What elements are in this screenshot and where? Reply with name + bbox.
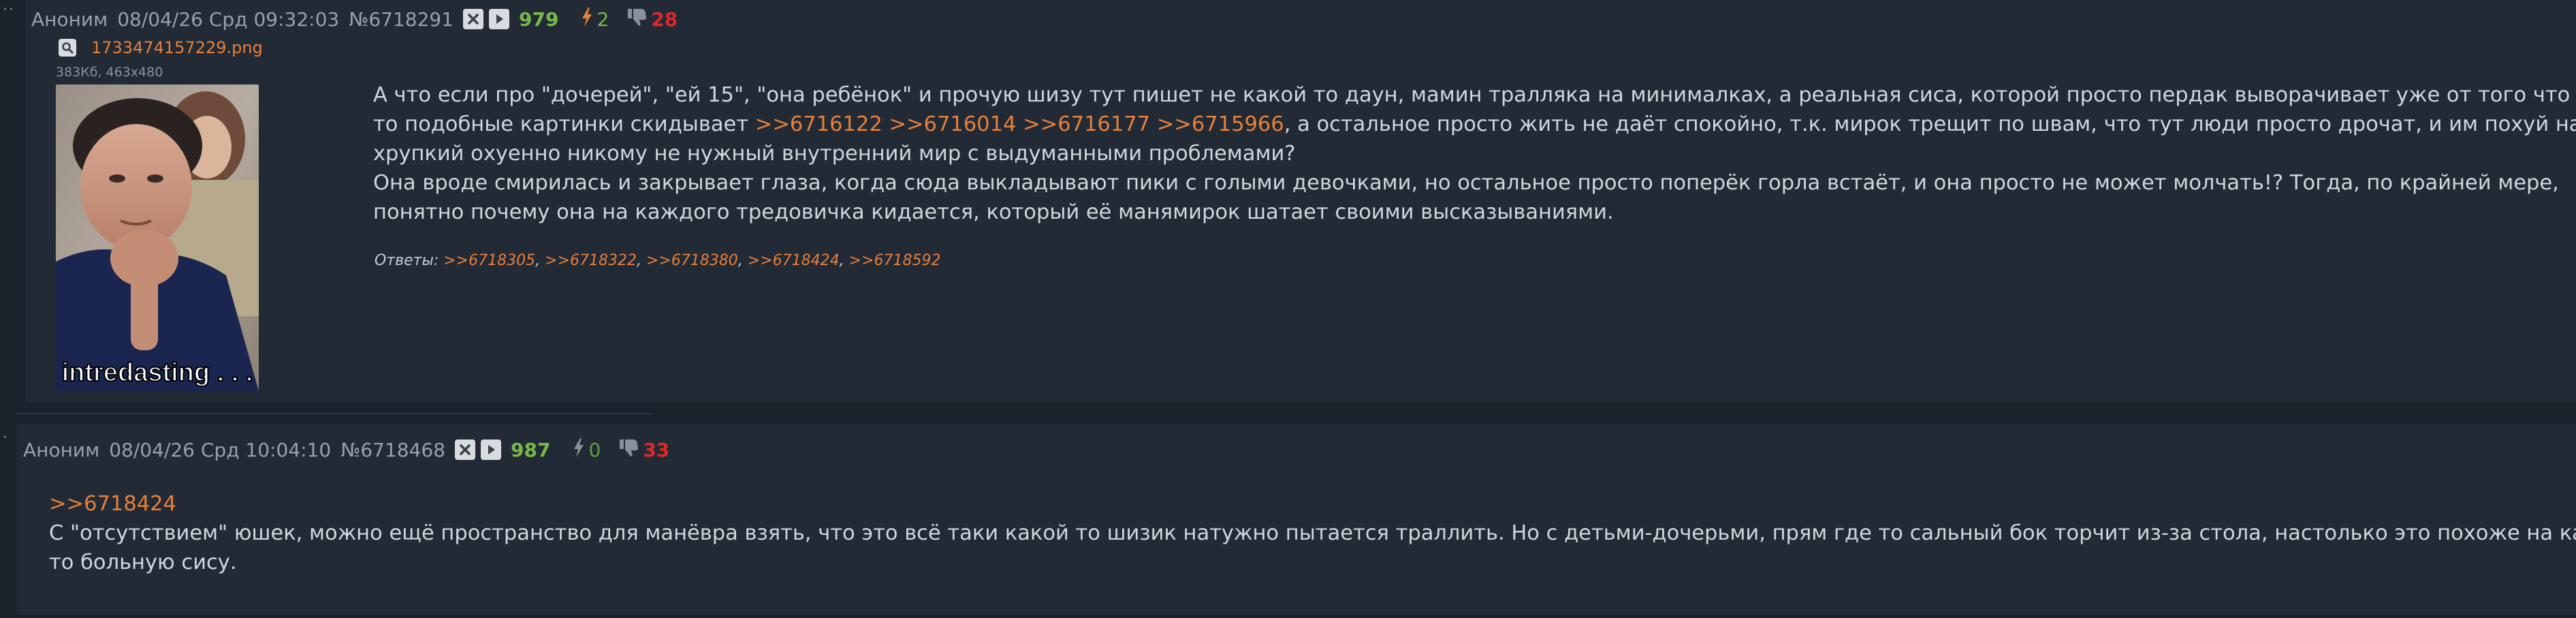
post-author: Аноним xyxy=(31,7,108,31)
message-text: , а остальное просто жить не даёт спокой… xyxy=(1284,112,2576,136)
message-line: хрупкий охуенно никому не нужный внутрен… xyxy=(373,142,1296,166)
likes-count: 2 xyxy=(597,7,609,31)
play-icon[interactable] xyxy=(489,9,510,29)
post-author: Аноним xyxy=(23,438,100,461)
magnifier-icon[interactable] xyxy=(59,39,76,57)
reply-link[interactable]: >>6718380 xyxy=(646,252,738,269)
post-header: Аноним 08/04/26 Срд 10:04:10 №6718468 98… xyxy=(23,431,669,469)
message-line: А что если про "дочерей", "ей 15", "она … xyxy=(373,83,2576,107)
reply-link[interactable]: >>6716122 xyxy=(755,112,882,136)
post-6718291: Аноним 08/04/26 Срд 09:32:03 №6718291 97… xyxy=(26,0,2576,402)
message-line: понятно почему она на каждого тредовичка… xyxy=(373,200,1614,224)
quote-link[interactable]: >>6718424 xyxy=(49,492,176,516)
message-line: >>6718424 xyxy=(49,489,2576,519)
post-date: 08/04/26 Срд 09:32:03 xyxy=(117,7,340,31)
play-icon[interactable] xyxy=(481,439,502,460)
post-menu-dots[interactable]: ·· xyxy=(3,1,15,18)
post-number[interactable]: №6718291 xyxy=(349,8,454,31)
message-text: то подобные картинки скидывает xyxy=(373,112,755,136)
post-date: 08/04/26 Срд 10:04:10 xyxy=(109,438,332,461)
likes-count: 0 xyxy=(588,438,601,461)
post-message: А что если про "дочерей", "ей 15", "она … xyxy=(373,80,2576,227)
reply-link[interactable]: >>6718305 xyxy=(443,252,535,269)
post-menu-dots[interactable]: · xyxy=(3,429,9,446)
post-separator xyxy=(16,413,650,414)
reply-link[interactable]: >>6718592 xyxy=(849,252,941,269)
image-caption: intredasting . . . xyxy=(62,358,253,387)
thumbs-down-icon[interactable] xyxy=(618,438,639,462)
message-line: С "отсутствием" юшек, можно ещё простран… xyxy=(49,521,2576,545)
views-count: 987 xyxy=(511,438,551,461)
hide-post-icon[interactable] xyxy=(463,9,484,29)
reply-link[interactable]: >>6718322 xyxy=(545,252,637,269)
post-message: >>6718424 С "отсутствием" юшек, можно ещ… xyxy=(49,489,2576,577)
lightning-icon[interactable] xyxy=(573,437,585,463)
views-count: 979 xyxy=(519,7,559,31)
post-image-thumbnail[interactable]: intredasting . . . xyxy=(56,84,259,391)
file-line: 1733474157229.png xyxy=(59,38,263,57)
post-number[interactable]: №6718468 xyxy=(340,439,445,461)
message-line: Она вроде смирилась и закрывает глаза, к… xyxy=(373,171,2559,195)
message-line: то больную сису. xyxy=(49,551,237,574)
file-info: 383Кб, 463x480 xyxy=(56,65,163,80)
thumbs-down-icon[interactable] xyxy=(626,7,647,31)
file-name-link[interactable]: 1733474157229.png xyxy=(91,38,263,57)
dislikes-count: 28 xyxy=(651,7,678,31)
replies-line: Ответы: >>6718305, >>6718322, >>6718380,… xyxy=(375,252,941,269)
post-6718468: Аноним 08/04/26 Срд 10:04:10 №6718468 98… xyxy=(16,424,2576,615)
message-line: то подобные картинки скидывает >>6716122… xyxy=(373,110,2576,139)
reply-link[interactable]: >>6716177 xyxy=(1023,112,1150,136)
hide-post-icon[interactable] xyxy=(455,439,476,460)
reply-link[interactable]: >>6718424 xyxy=(748,252,840,269)
reply-link[interactable]: >>6716014 xyxy=(889,112,1016,136)
lightning-icon[interactable] xyxy=(581,7,593,32)
reply-link[interactable]: >>6715966 xyxy=(1157,112,1284,136)
dislikes-count: 33 xyxy=(643,438,670,461)
post-header: Аноним 08/04/26 Срд 09:32:03 №6718291 97… xyxy=(31,0,678,38)
replies-label: Ответы: xyxy=(375,252,439,269)
